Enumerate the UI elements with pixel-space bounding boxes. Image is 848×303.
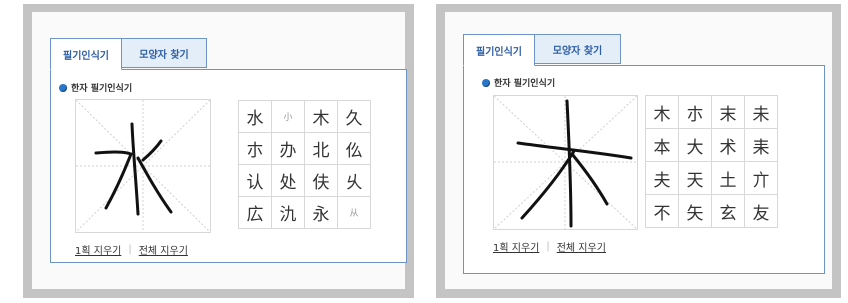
candidate-char[interactable]: 木 (305, 101, 338, 133)
candidate-char[interactable]: 友 (745, 195, 778, 228)
candidate-char[interactable]: 広 (239, 197, 272, 229)
tab-shape-search[interactable]: 모양자 찾기 (122, 38, 207, 68)
erase-actions: 1획 지우기 | 전체 지우기 (493, 239, 606, 254)
candidate-char[interactable]: 氿 (272, 197, 305, 229)
erase-actions: 1획 지우기 | 전체 지우기 (75, 242, 188, 257)
candidate-char[interactable]: 仫 (338, 133, 371, 165)
candidate-char[interactable]: 久 (338, 101, 371, 133)
candidate-char[interactable]: 末 (712, 96, 745, 129)
candidate-char[interactable]: 办 (272, 133, 305, 165)
candidate-grid: 水 小 木 久 朩 办 北 仫 认 处 伕 乆 広 氿 永 从 (238, 100, 371, 229)
section-title-text: 한자 필기인식기 (494, 79, 556, 89)
tab-handwriting[interactable]: 필기인식기 (50, 38, 122, 70)
candidate-char[interactable]: 土 (712, 162, 745, 195)
candidate-char[interactable]: 耒 (745, 129, 778, 162)
candidate-char[interactable]: 伕 (305, 165, 338, 197)
section-title: 한자 필기인식기 (482, 76, 555, 89)
tab-handwriting[interactable]: 필기인식기 (463, 34, 535, 66)
clear-all-link[interactable]: 전체 지우기 (139, 242, 188, 257)
section-title: 한자 필기인식기 (59, 81, 132, 94)
candidate-char[interactable]: 水 (239, 101, 272, 133)
candidate-char[interactable]: 认 (239, 165, 272, 197)
candidate-char[interactable]: 未 (745, 96, 778, 129)
drawing-canvas[interactable] (493, 95, 638, 230)
clear-all-link[interactable]: 전체 지우기 (557, 239, 606, 254)
candidate-char[interactable]: 朩 (239, 133, 272, 165)
candidate-char[interactable]: 天 (679, 162, 712, 195)
handwriting-recognizer-left: 필기인식기 모양자 찾기 한자 필기인식기 水 小 木 久 朩 办 北 仫 认 … (23, 4, 414, 298)
candidate-char[interactable]: 处 (272, 165, 305, 197)
candidate-char[interactable]: 夫 (646, 162, 679, 195)
clear-one-stroke-link[interactable]: 1획 지우기 (493, 239, 539, 254)
handwriting-strokes (76, 100, 210, 232)
handwriting-recognizer-right: 필기인식기 모양자 찾기 한자 필기인식기 木 朩 末 未 本 大 术 耒 夫 … (436, 4, 841, 298)
recognizer-panel: 한자 필기인식기 水 小 木 久 朩 办 北 仫 认 处 伕 乆 広 氿 永 从… (50, 69, 407, 263)
candidate-char[interactable]: 木 (646, 96, 679, 129)
candidate-char[interactable]: 朩 (679, 96, 712, 129)
link-separator: | (546, 241, 550, 252)
candidate-char[interactable]: 术 (712, 129, 745, 162)
candidate-char[interactable]: 不 (646, 195, 679, 228)
drawing-canvas[interactable] (75, 99, 211, 233)
candidate-char[interactable]: 小 (272, 101, 305, 133)
candidate-char[interactable]: 乆 (338, 165, 371, 197)
candidate-char[interactable]: 矢 (679, 195, 712, 228)
candidate-char[interactable]: 玄 (712, 195, 745, 228)
candidate-char[interactable]: 从 (338, 197, 371, 229)
candidate-char[interactable]: 本 (646, 129, 679, 162)
candidate-grid: 木 朩 末 未 本 大 术 耒 夫 天 土 亣 不 矢 玄 友 (645, 95, 778, 228)
clear-one-stroke-link[interactable]: 1획 지우기 (75, 242, 121, 257)
recognizer-panel: 한자 필기인식기 木 朩 末 未 本 大 术 耒 夫 天 土 亣 不 矢 玄 友… (463, 65, 825, 274)
tab-shape-search[interactable]: 모양자 찾기 (535, 34, 621, 64)
bullet-icon (482, 78, 490, 87)
candidate-char[interactable]: 北 (305, 133, 338, 165)
bullet-icon (59, 83, 67, 92)
candidate-char[interactable]: 亣 (745, 162, 778, 195)
candidate-char[interactable]: 永 (305, 197, 338, 229)
handwriting-strokes (494, 96, 637, 229)
candidate-char[interactable]: 大 (679, 129, 712, 162)
section-title-text: 한자 필기인식기 (71, 84, 133, 94)
link-separator: | (128, 244, 132, 255)
